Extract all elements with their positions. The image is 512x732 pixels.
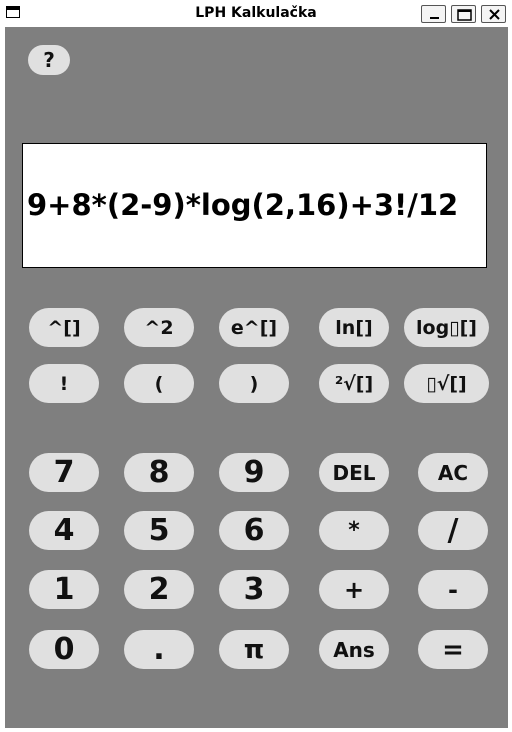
digit-3-button[interactable]: 3 [219, 570, 289, 609]
digit-7-button[interactable]: 7 [29, 453, 99, 492]
log-button[interactable]: log▯[] [404, 308, 489, 347]
close-button[interactable] [481, 5, 506, 23]
digit-1-button[interactable]: 1 [29, 570, 99, 609]
minimize-icon [430, 17, 439, 19]
digit-9-button[interactable]: 9 [219, 453, 289, 492]
divide-button[interactable]: / [418, 511, 488, 550]
all-clear-button[interactable]: AC [418, 453, 488, 492]
multiply-button[interactable]: * [319, 511, 389, 550]
minus-button[interactable]: - [418, 570, 488, 609]
maximize-icon [457, 9, 472, 21]
title-bar: LPH Kalkulačka [0, 0, 512, 27]
digit-0-button[interactable]: 0 [29, 630, 99, 669]
square-root-button[interactable]: ²√[] [319, 364, 389, 403]
right-paren-button[interactable]: ) [219, 364, 289, 403]
pi-button[interactable]: π [219, 630, 289, 669]
calculator-body: ? 9+8*(2-9)*log(2,16)+3!/12 ^[] ^2 e^[] … [5, 27, 508, 728]
left-paren-button[interactable]: ( [124, 364, 194, 403]
digit-5-button[interactable]: 5 [124, 511, 194, 550]
minimize-button[interactable] [421, 5, 446, 23]
digit-6-button[interactable]: 6 [219, 511, 289, 550]
close-icon [489, 9, 500, 20]
log-label: log▯[] [416, 316, 477, 339]
expression-text: 9+8*(2-9)*log(2,16)+3!/12 [27, 188, 459, 222]
maximize-button[interactable] [451, 5, 476, 23]
ln-button[interactable]: ln[] [319, 308, 389, 347]
exp-button[interactable]: e^[] [219, 308, 289, 347]
expression-display: 9+8*(2-9)*log(2,16)+3!/12 [22, 143, 487, 268]
digit-4-button[interactable]: 4 [29, 511, 99, 550]
decimal-point-button[interactable]: . [124, 630, 194, 669]
plus-button[interactable]: + [319, 570, 389, 609]
digit-2-button[interactable]: 2 [124, 570, 194, 609]
answer-button[interactable]: Ans [319, 630, 389, 669]
delete-button[interactable]: DEL [319, 453, 389, 492]
power-button[interactable]: ^[] [29, 308, 99, 347]
equals-button[interactable]: = [418, 630, 488, 669]
help-button[interactable]: ? [28, 45, 70, 75]
square-button[interactable]: ^2 [124, 308, 194, 347]
digit-8-button[interactable]: 8 [124, 453, 194, 492]
nth-root-button[interactable]: ▯√[] [404, 364, 489, 403]
factorial-button[interactable]: ! [29, 364, 99, 403]
